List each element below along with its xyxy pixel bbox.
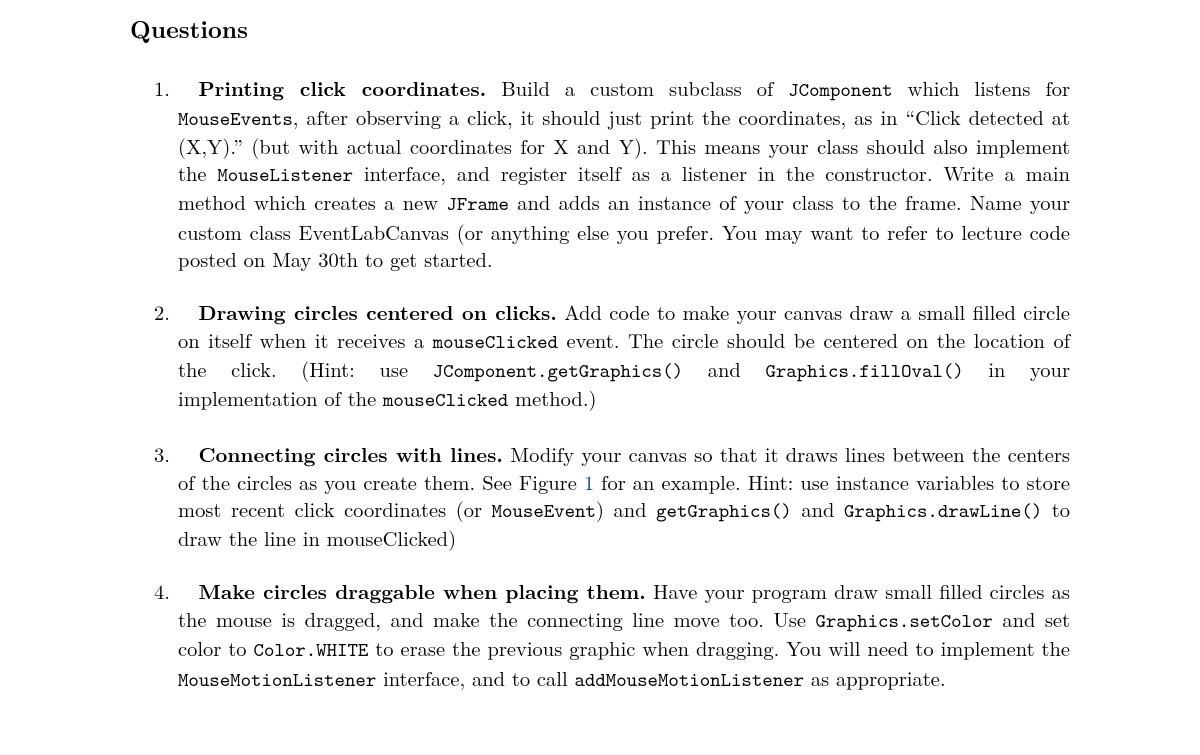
code-span: Graphics.drawLine() — [844, 498, 1042, 524]
body-text: which listens for — [893, 73, 1070, 102]
code-span: MouseEvent — [492, 498, 596, 524]
code-span: mouseClicked — [433, 329, 558, 355]
body-text: interface, and to call — [376, 663, 574, 692]
question-item: Make circles draggable when placing them… — [178, 577, 1070, 693]
code-span: Graphics.fillOval() — [765, 358, 963, 384]
code-span: Graphics.setColor — [815, 608, 992, 634]
question-item: Printing click coordinates. Build a cust… — [178, 74, 1070, 272]
code-span: addMouseMotionListener — [574, 667, 804, 693]
code-span: JFrame — [446, 191, 509, 217]
body-text: ) and — [596, 494, 656, 523]
code-span: JComponent — [788, 77, 892, 103]
code-span: mouseClicked — [383, 387, 508, 413]
body-text: Build a custom subclass of — [486, 73, 788, 102]
first-line-indent — [178, 73, 199, 102]
first-line-indent — [178, 439, 199, 468]
code-span: JComponent.getGraphics() — [433, 358, 683, 384]
first-line-indent — [178, 297, 199, 326]
code-span: getGraphics() — [656, 498, 792, 524]
section-heading: Questions — [130, 14, 1070, 46]
question-title: Drawing circles centered on clicks. — [199, 298, 557, 327]
code-span: MouseListener — [217, 162, 353, 188]
first-line-indent — [178, 576, 199, 605]
question-title: Printing click coordinates. — [199, 74, 487, 103]
question-item: Drawing circles centered on clicks. Add … — [178, 298, 1070, 414]
question-title: Connecting circles with lines. — [199, 440, 503, 469]
code-span: MouseEvents — [178, 106, 293, 132]
document-page: Questions Printing click coordinates. Bu… — [0, 0, 1200, 693]
questions-list: Printing click coordinates. Build a cust… — [130, 74, 1070, 693]
body-text: method.) — [508, 383, 596, 412]
question-title: Make circles draggable when placing them… — [199, 577, 646, 606]
code-span: MouseMotionListener — [178, 667, 376, 693]
figure-reference: 1 — [584, 467, 594, 496]
question-item: Connecting circles with lines. Modify yo… — [178, 440, 1070, 551]
body-text: as appropriate. — [804, 663, 945, 692]
body-text: and — [683, 354, 765, 383]
body-text: to erase the previous graphic when dragg… — [368, 633, 1070, 662]
code-span: Color.WHITE — [254, 637, 369, 663]
body-text: and — [792, 494, 844, 523]
